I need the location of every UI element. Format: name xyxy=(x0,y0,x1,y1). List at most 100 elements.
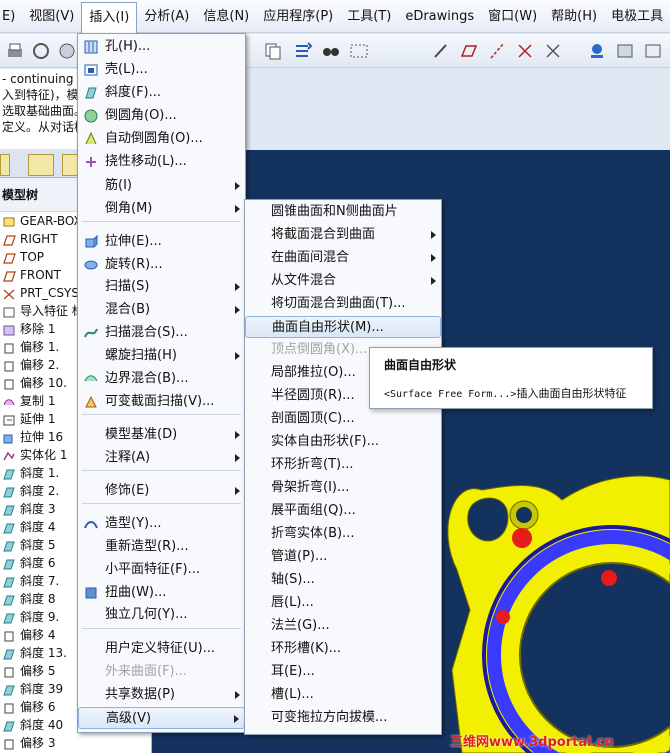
advanced-menu-item[interactable]: 从文件混合 xyxy=(245,270,441,292)
datum-plane-icon xyxy=(2,251,16,264)
advanced-menu-item[interactable]: 将切面混合到曲面(T)... xyxy=(245,293,441,315)
point-icon[interactable] xyxy=(514,40,536,62)
insert-menu-item[interactable]: 旋转(R)... xyxy=(78,254,245,276)
insert-menu-item[interactable]: 壳(L)... xyxy=(78,59,245,81)
message-line: 选取基础曲面。 xyxy=(2,104,80,118)
insert-menu-item[interactable]: 螺旋扫描(H) xyxy=(78,345,245,367)
advanced-menu-item[interactable]: 曲面自由形状(M)... xyxy=(245,316,441,338)
advanced-menu-item[interactable]: 骨架折弯(I)... xyxy=(245,477,441,499)
tooltip-command-name: <Surface Free Form...> xyxy=(384,389,517,400)
insert-menu-item[interactable]: 可变截面扫描(V)... xyxy=(78,391,245,413)
insert-menu-item[interactable]: 造型(Y)... xyxy=(78,513,245,535)
appearance-icon[interactable] xyxy=(642,40,664,62)
insert-menu-item[interactable]: 注释(A) xyxy=(78,447,245,469)
draft-icon xyxy=(2,557,16,570)
advanced-menu-item[interactable]: 实体自由形状(F)... xyxy=(245,431,441,453)
insert-menu-item[interactable]: 筋(I) xyxy=(78,175,245,197)
submenu-arrow-icon xyxy=(235,691,240,699)
print-icon[interactable] xyxy=(4,40,26,62)
insert-menu-item[interactable]: 重新造型(R)... xyxy=(78,536,245,558)
advanced-menu-item[interactable]: 环形折弯(T)... xyxy=(245,454,441,476)
advanced-menu-item-label: 展平面组(Q)... xyxy=(271,503,356,518)
menu-separator xyxy=(82,628,241,629)
insert-menu-item[interactable]: 扭曲(W)... xyxy=(78,582,245,604)
insert-menu-item[interactable]: 拉伸(E)... xyxy=(78,231,245,253)
menu-info[interactable]: 信息(N) xyxy=(196,0,256,33)
advanced-menu-item[interactable]: 可变拖拉方向拔模... xyxy=(245,707,441,729)
menu-tools[interactable]: 工具(T) xyxy=(340,0,398,33)
menu-applications[interactable]: 应用程序(P) xyxy=(256,0,340,33)
message-line: 入到特征)，模型 xyxy=(2,88,80,102)
tab-model-tree[interactable] xyxy=(0,154,10,176)
menu-edit[interactable]: E) xyxy=(0,0,22,33)
insert-menu-item[interactable]: 高级(V) xyxy=(78,707,245,729)
tree-item[interactable]: 偏移 3 xyxy=(0,734,151,752)
advanced-menu-item[interactable]: 槽(L)... xyxy=(245,684,441,706)
tab-folder-browser[interactable] xyxy=(28,154,54,176)
advanced-menu-item[interactable]: 轴(S)... xyxy=(245,569,441,591)
insert-menu-item[interactable]: 模型基准(D) xyxy=(78,424,245,446)
insert-menu-item[interactable]: 孔(H)... xyxy=(78,36,245,58)
advanced-menu-item[interactable]: 唇(L)... xyxy=(245,592,441,614)
insert-menu-item[interactable]: 斜度(F)... xyxy=(78,82,245,104)
tree-item-label: 偏移 1. xyxy=(20,340,60,354)
insert-menu-item[interactable]: 边界混合(B)... xyxy=(78,368,245,390)
view-icon[interactable] xyxy=(586,40,608,62)
copy-icon[interactable] xyxy=(262,40,284,62)
headset-icon[interactable] xyxy=(30,40,52,62)
insert-menu-item[interactable]: 独立几何(Y)... xyxy=(78,604,245,626)
menu-insert[interactable]: 插入(I) xyxy=(81,1,138,33)
tree-item-label: 斜度 13. xyxy=(20,646,67,660)
insert-menu-item[interactable]: 自动倒圆角(O)... xyxy=(78,128,245,150)
advanced-menu-item-label: 曲面自由形状(M)... xyxy=(272,320,384,335)
insert-menu-item[interactable]: 扫描混合(S)... xyxy=(78,322,245,344)
menu-view[interactable]: 视图(V) xyxy=(22,0,81,33)
draft-icon xyxy=(2,503,16,516)
layer-icon[interactable] xyxy=(614,40,636,62)
menu-help[interactable]: 帮助(H) xyxy=(544,0,604,33)
tree-item-label: 偏移 2. xyxy=(20,358,60,372)
advanced-menu-item[interactable]: 环形槽(K)... xyxy=(245,638,441,660)
advanced-menu-item-label: 骨架折弯(I)... xyxy=(271,480,350,495)
tree-item-label: 移除 1 xyxy=(20,322,56,336)
draft-icon xyxy=(2,683,16,696)
regenerate-icon[interactable] xyxy=(292,40,314,62)
advanced-menu-item[interactable]: 圆锥曲面和N侧曲面片 xyxy=(245,201,441,223)
advanced-menu-item[interactable]: 折弯实体(B)... xyxy=(245,523,441,545)
insert-menu-item[interactable]: 小平面特征(F)... xyxy=(78,559,245,581)
sketch-icon[interactable] xyxy=(430,40,452,62)
menu-window[interactable]: 窗口(W) xyxy=(481,0,544,33)
plane-icon[interactable] xyxy=(458,40,480,62)
insert-menu-item[interactable]: 扫描(S) xyxy=(78,276,245,298)
advanced-menu-item[interactable]: 剖面圆顶(C)... xyxy=(245,408,441,430)
tree-item-label: 偏移 6 xyxy=(20,700,56,714)
find-icon[interactable] xyxy=(320,40,342,62)
advanced-menu-item[interactable]: 法兰(G)... xyxy=(245,615,441,637)
advanced-menu-item[interactable]: 展平面组(Q)... xyxy=(245,500,441,522)
insert-menu-item[interactable]: 用户定义特征(U)... xyxy=(78,638,245,660)
advanced-menu-item[interactable]: 耳(E)... xyxy=(245,661,441,683)
advanced-menu-item[interactable]: 管道(P)... xyxy=(245,546,441,568)
insert-menu-item-label: 孔(H)... xyxy=(105,39,151,54)
draft-icon xyxy=(2,611,16,624)
axis-icon[interactable] xyxy=(486,40,508,62)
menu-separator xyxy=(82,221,241,222)
menu-edrawings[interactable]: eDrawings xyxy=(398,0,481,33)
menu-analysis[interactable]: 分析(A) xyxy=(137,0,196,33)
tree-item-label: 斜度 3 xyxy=(20,502,56,516)
tree-item-label: 拉伸 16 xyxy=(20,430,64,444)
insert-menu-item[interactable]: 修饰(E) xyxy=(78,480,245,502)
advanced-menu-item[interactable]: 将截面混合到曲面 xyxy=(245,224,441,246)
insert-menu-item[interactable]: 倒角(M) xyxy=(78,198,245,220)
insert-menu-item[interactable]: 混合(B) xyxy=(78,299,245,321)
select-box-icon[interactable] xyxy=(348,40,370,62)
advanced-menu-item[interactable]: 在曲面间混合 xyxy=(245,247,441,269)
menu-electrode-tools[interactable]: 电极工具 xyxy=(604,0,670,33)
insert-menu-item[interactable]: 挠性移动(L)... xyxy=(78,151,245,173)
datum-plane-icon xyxy=(2,269,16,282)
insert-menu-item[interactable]: 倒圆角(O)... xyxy=(78,105,245,127)
insert-menu-item[interactable]: 共享数据(P) xyxy=(78,684,245,706)
tree-item-label: 斜度 2. xyxy=(20,484,60,498)
window-icon[interactable] xyxy=(56,40,78,62)
csys-icon[interactable] xyxy=(542,40,564,62)
